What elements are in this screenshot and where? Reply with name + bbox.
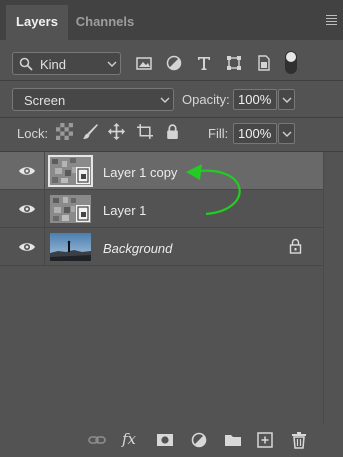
texture-thumbnail-image <box>50 195 91 223</box>
link-layers-icon[interactable] <box>88 431 106 449</box>
search-icon <box>19 57 33 71</box>
chevron-down-icon <box>282 131 292 137</box>
chevron-down-icon <box>282 97 292 103</box>
image-filter-icon[interactable] <box>135 54 153 72</box>
opacity-label: Opacity: <box>182 92 230 107</box>
chevron-down-icon <box>160 97 170 103</box>
lock-image-pixels-icon[interactable] <box>82 123 99 140</box>
new-layer-icon[interactable] <box>256 431 274 449</box>
layers-list: Layer 1 copy Layer 1 Background <box>0 152 323 269</box>
panel-tab-bar: Layers Channels <box>0 0 343 40</box>
landscape-thumbnail-image <box>50 233 91 261</box>
blend-mode-value: Screen <box>24 93 66 108</box>
visibility-cell[interactable] <box>0 152 45 190</box>
chevron-down-icon <box>107 61 117 67</box>
layer-row-layer-1[interactable]: Layer 1 <box>0 190 323 228</box>
opacity-input[interactable]: 100% <box>233 89 277 110</box>
lock-all-icon[interactable] <box>164 123 181 140</box>
fill-input[interactable]: 100% <box>233 123 277 144</box>
type-filter-icon[interactable] <box>195 54 213 72</box>
adjustment-filter-icon[interactable] <box>165 54 183 72</box>
lock-label: Lock: <box>17 126 49 141</box>
eye-icon[interactable] <box>18 165 36 177</box>
opacity-slider-button[interactable] <box>278 89 295 110</box>
eye-icon[interactable] <box>18 203 36 215</box>
layer-name[interactable]: Layer 1 copy <box>103 165 177 180</box>
fill-slider-button[interactable] <box>278 123 295 144</box>
layer-name[interactable]: Layer 1 <box>103 203 146 218</box>
delete-layer-icon[interactable] <box>290 431 308 449</box>
visibility-cell[interactable] <box>0 228 45 266</box>
smart-object-filter-icon[interactable] <box>255 54 273 72</box>
lock-artboard-icon[interactable] <box>136 123 153 140</box>
layers-panel: Layers Channels Kind Screen Opacity: 100… <box>0 0 343 457</box>
layer-row-layer-1-copy[interactable]: Layer 1 copy <box>0 152 323 190</box>
add-mask-icon[interactable] <box>156 431 174 449</box>
filter-toggle-switch[interactable] <box>285 51 297 74</box>
texture-thumbnail-image <box>50 157 91 185</box>
lock-icon[interactable] <box>289 238 302 254</box>
layer-thumbnail[interactable] <box>50 233 91 261</box>
tab-channels[interactable]: Channels <box>70 5 140 40</box>
layer-row-background[interactable]: Background <box>0 228 323 266</box>
row-divider <box>0 265 323 266</box>
new-adjustment-icon[interactable] <box>190 431 208 449</box>
divider <box>0 80 343 81</box>
layer-style-fx-icon[interactable]: fx <box>122 430 136 448</box>
layer-name[interactable]: Background <box>103 241 172 256</box>
fill-label: Fill: <box>208 126 229 141</box>
filter-kind-label: Kind <box>40 57 67 72</box>
layers-bottom-toolbar: fx <box>0 424 343 457</box>
divider <box>0 117 343 118</box>
blend-mode-select[interactable]: Screen <box>12 88 174 111</box>
eye-icon[interactable] <box>18 241 36 253</box>
filter-kind-select[interactable]: Kind <box>12 52 121 75</box>
visibility-cell[interactable] <box>0 190 45 228</box>
panel-menu-icon[interactable] <box>326 15 337 25</box>
lock-position-icon[interactable] <box>108 123 125 140</box>
layer-thumbnail[interactable] <box>48 155 93 187</box>
scrollbar-track[interactable] <box>323 152 343 424</box>
shape-filter-icon[interactable] <box>225 54 243 72</box>
layer-thumbnail[interactable] <box>50 195 91 223</box>
tab-layers[interactable]: Layers <box>6 5 68 40</box>
lock-transparent-pixels-icon[interactable] <box>56 123 73 140</box>
new-group-icon[interactable] <box>224 431 242 449</box>
